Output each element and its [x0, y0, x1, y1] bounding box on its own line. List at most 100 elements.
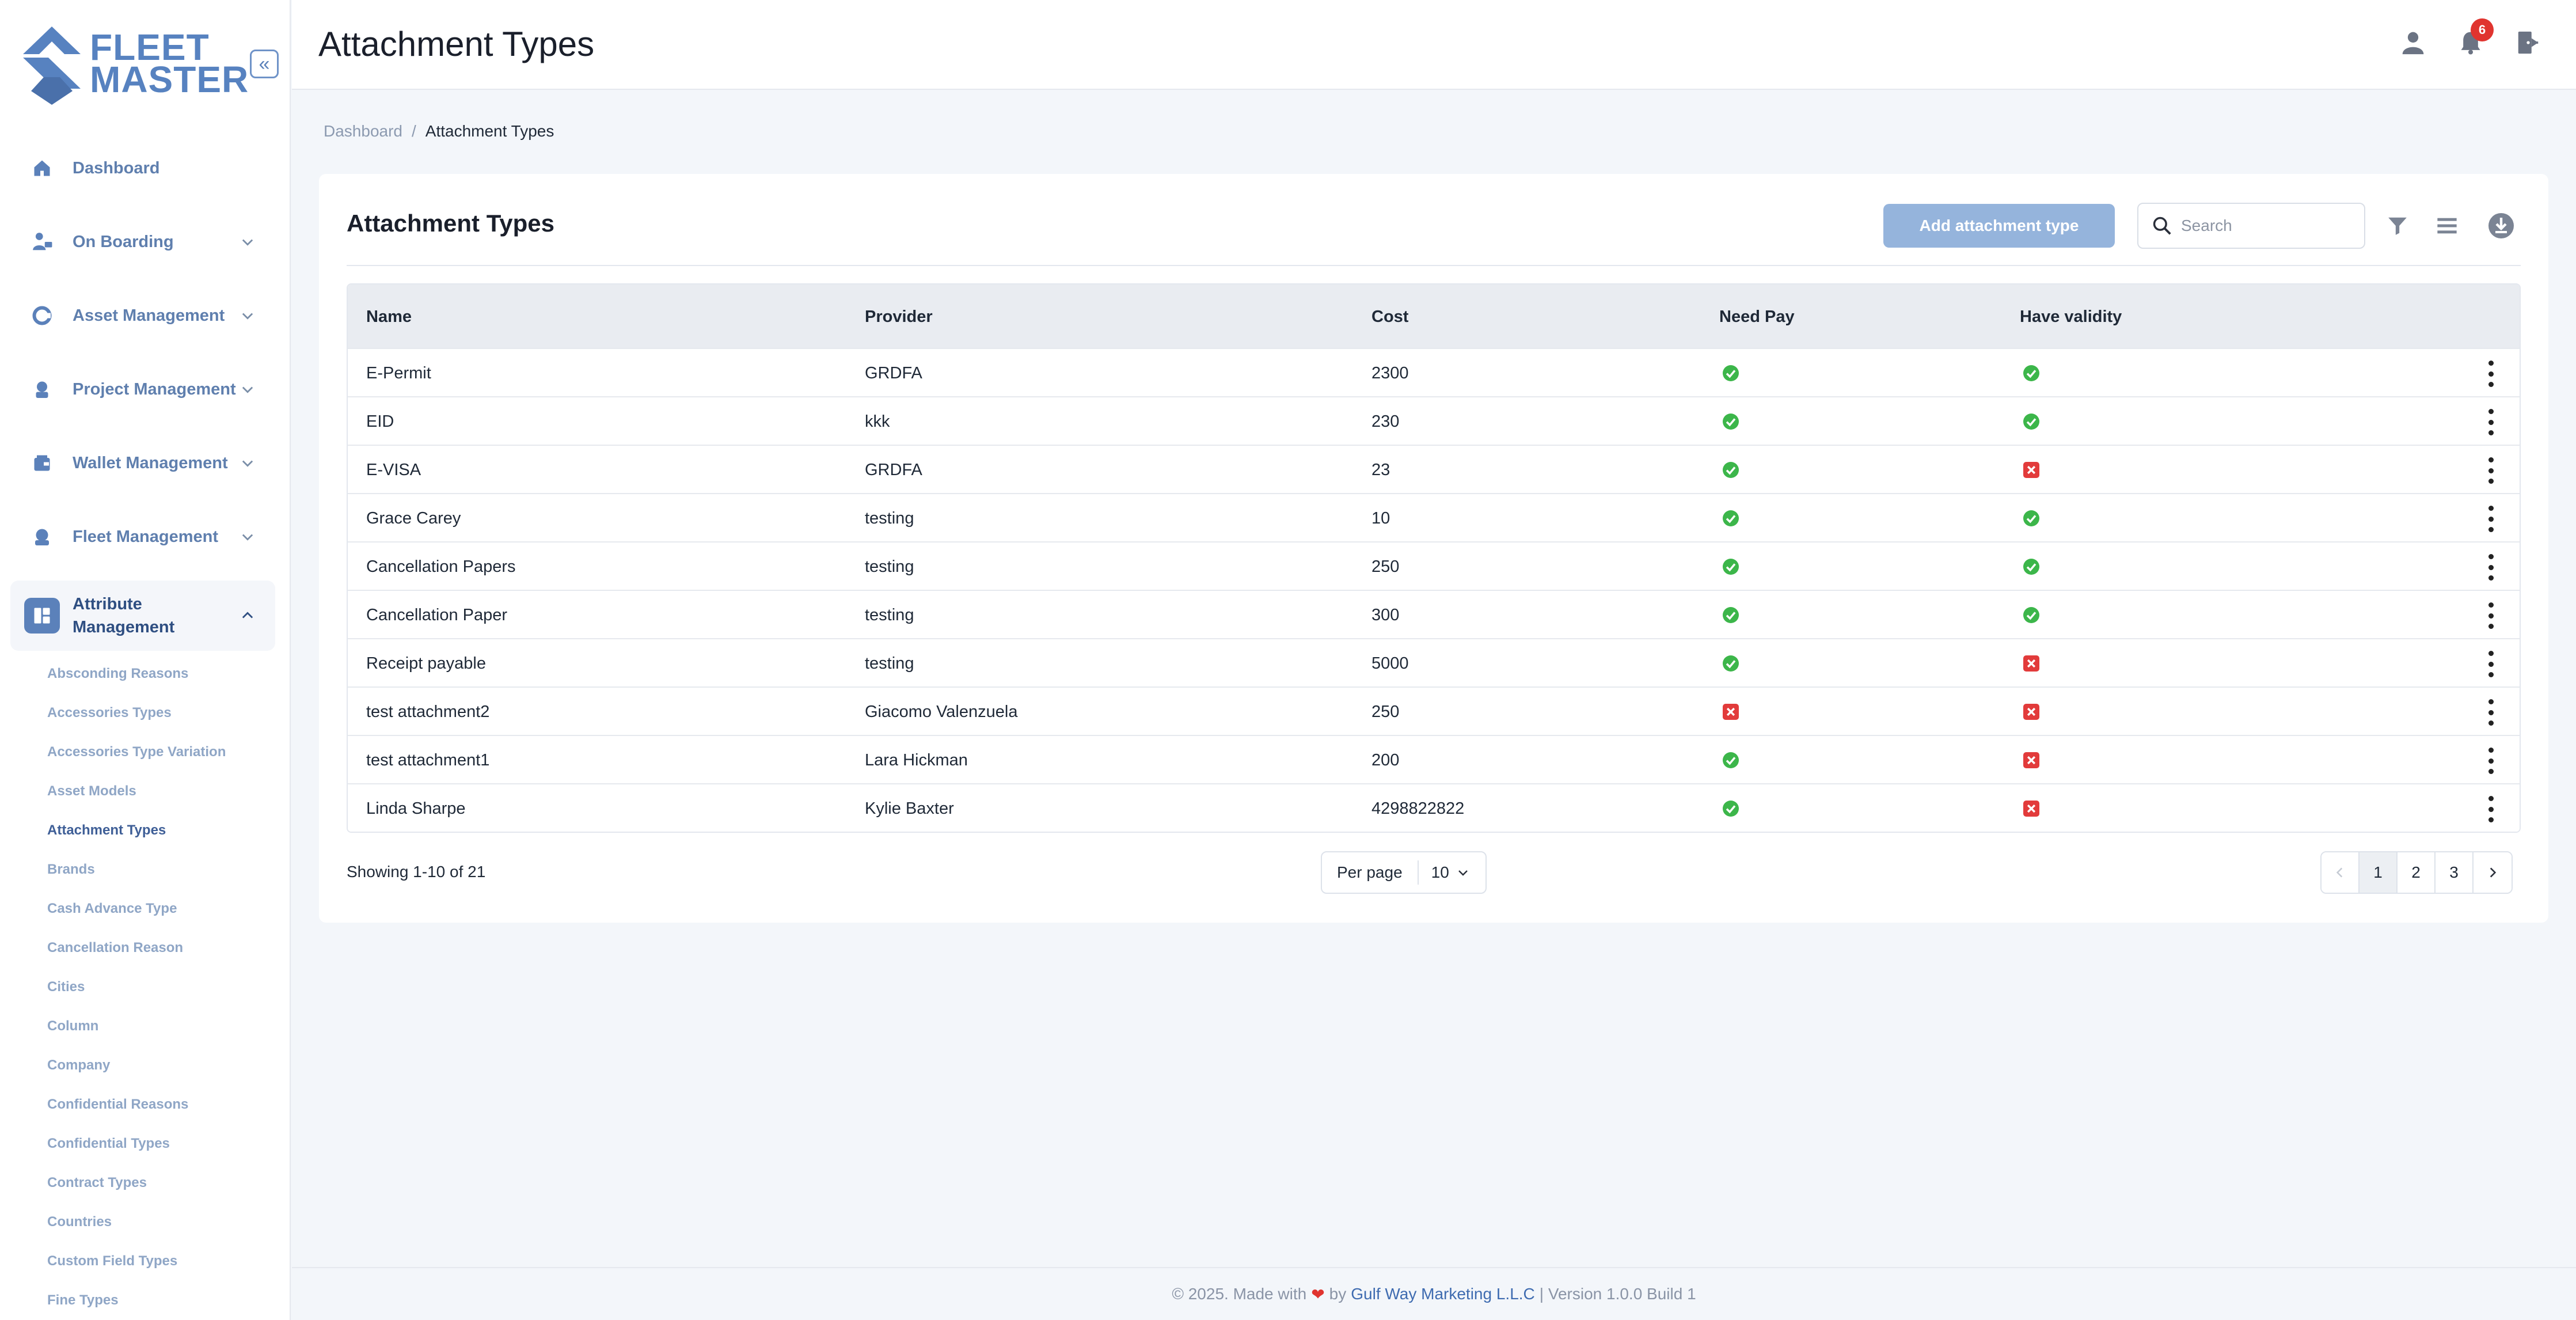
sidebar-item-label: Wallet Management [73, 454, 228, 472]
sidebar-subitem-attachment-types[interactable]: Attachment Types [47, 822, 166, 839]
next-page-button[interactable] [2474, 852, 2512, 893]
table-row[interactable]: Cancellation Paper testing 300 [348, 590, 2520, 638]
cell-name: EID [366, 412, 394, 431]
table-row[interactable]: Linda Sharpe Kylie Baxter 4298822822 [348, 783, 2520, 832]
check-circle-icon [1723, 462, 1739, 478]
row-actions-kebab-icon[interactable] [2485, 361, 2497, 387]
top-bar: Attachment Types 6 [292, 0, 2576, 90]
sidebar-item-label: Asset Management [73, 306, 225, 325]
table-row[interactable]: E-VISA GRDFA 23 [348, 445, 2520, 493]
sidebar-item-label: Attribute Management [73, 595, 175, 636]
sidebar-subitem-fine-types[interactable]: Fine Types [47, 1292, 119, 1308]
column-header-provider[interactable]: Provider [865, 308, 933, 327]
user-icon[interactable] [2397, 26, 2429, 59]
page-button-2[interactable]: 2 [2398, 852, 2436, 893]
logout-icon[interactable] [2512, 26, 2544, 59]
sidebar-item-dashboard[interactable]: Dashboard [10, 133, 275, 203]
prev-page-button[interactable] [2322, 852, 2360, 893]
row-actions-kebab-icon[interactable] [2485, 409, 2497, 435]
row-actions-kebab-icon[interactable] [2485, 651, 2497, 677]
column-header-need-pay[interactable]: Need Pay [1719, 308, 1795, 327]
page-footer: © 2025. Made with ❤ by Gulf Way Marketin… [292, 1267, 2576, 1320]
table-row[interactable]: E-Permit GRDFA 2300 [348, 348, 2520, 396]
sidebar-subitem-confidential-types[interactable]: Confidential Types [47, 1136, 170, 1152]
column-header-cost[interactable]: Cost [1371, 308, 1408, 327]
sidebar-subitem-company[interactable]: Company [47, 1057, 110, 1074]
table-row[interactable]: EID kkk 230 [348, 396, 2520, 445]
x-square-icon [2023, 655, 2039, 672]
bell-icon[interactable]: 6 [2455, 18, 2494, 59]
sidebar-subitem-asset-models[interactable]: Asset Models [47, 783, 136, 799]
row-actions-kebab-icon[interactable] [2485, 506, 2497, 532]
cell-cost: 250 [1371, 557, 1400, 576]
sidebar-subitem-countries[interactable]: Countries [47, 1214, 112, 1230]
brand-name: FLEET MASTER [90, 29, 249, 98]
footer-company-link[interactable]: Gulf Way Marketing L.L.C [1351, 1285, 1535, 1303]
sidebar-item-asset-management[interactable]: Asset Management [10, 280, 275, 351]
chevron-down-icon [242, 534, 253, 541]
sidebar-item-attribute-management[interactable]: Attribute Management [10, 581, 275, 651]
table-row[interactable]: Receipt payable testing 5000 [348, 638, 2520, 686]
sidebar-subitem-accessories-type-variation[interactable]: Accessories Type Variation [47, 744, 226, 760]
download-icon[interactable] [2485, 210, 2517, 242]
sidebar-subitem-confidential-reasons[interactable]: Confidential Reasons [47, 1097, 188, 1113]
sidebar-subitem-column[interactable]: Column [47, 1018, 98, 1034]
row-actions-kebab-icon[interactable] [2485, 699, 2497, 726]
sidebar-item-fleet-management[interactable]: Fleet Management [10, 502, 275, 572]
sidebar-subitem-cash-advance-type[interactable]: Cash Advance Type [47, 901, 177, 917]
sidebar-subitem-contract-types[interactable]: Contract Types [47, 1175, 147, 1191]
cell-provider: GRDFA [865, 364, 922, 382]
table-row[interactable]: test attachment1 Lara Hickman 200 [348, 735, 2520, 783]
search-input[interactable] [2181, 217, 2354, 235]
row-actions-kebab-icon[interactable] [2485, 796, 2497, 822]
sidebar-subitem-accessories-types[interactable]: Accessories Types [47, 705, 172, 721]
table-row[interactable]: test attachment2 Giacomo Valenzuela 250 [348, 686, 2520, 735]
cell-cost: 23 [1371, 461, 1390, 479]
columns-menu-icon[interactable] [2431, 210, 2463, 242]
sidebar-item-wallet-management[interactable]: Wallet Management [10, 428, 275, 498]
showing-count: Showing 1-10 of 21 [347, 863, 486, 881]
chevron-right-icon [2490, 867, 2497, 878]
sidebar-item-project-management[interactable]: Project Management [10, 354, 275, 424]
collapse-sidebar-button[interactable]: « [250, 50, 279, 78]
search-box[interactable] [2137, 203, 2365, 249]
brand-logo[interactable]: FLEET MASTER [23, 23, 248, 109]
sidebar-subitem-brands[interactable]: Brands [47, 862, 95, 878]
page-title: Attachment Types [318, 25, 595, 63]
table-row[interactable]: Grace Carey testing 10 [348, 493, 2520, 541]
breadcrumb-current: Attachment Types [425, 122, 554, 140]
table-row[interactable]: Cancellation Papers testing 250 [348, 541, 2520, 590]
table-body: E-Permit GRDFA 2300 EID kkk 230 E-VISA GRDFA 23 G… [348, 348, 2520, 832]
sidebar-subitem-custom-field-types[interactable]: Custom Field Types [47, 1253, 177, 1269]
check-circle-icon [1723, 414, 1739, 430]
check-circle-icon [2023, 365, 2039, 381]
sidebar-subitem-cities[interactable]: Cities [47, 979, 85, 995]
row-actions-kebab-icon[interactable] [2485, 554, 2497, 581]
check-circle-icon [1723, 607, 1739, 623]
row-actions-kebab-icon[interactable] [2485, 457, 2497, 484]
column-header-name[interactable]: Name [366, 308, 412, 327]
breadcrumb-home-link[interactable]: Dashboard [324, 122, 402, 140]
page-button-1[interactable]: 1 [2360, 852, 2398, 893]
sidebar: FLEET MASTER « Dashboard On Boarding Ass… [0, 0, 291, 1320]
check-circle-icon [2023, 559, 2039, 575]
column-header-have-validity[interactable]: Have validity [2020, 308, 2122, 327]
sidebar-subitem-absconding-reasons[interactable]: Absconding Reasons [47, 666, 188, 682]
add-attachment-type-button[interactable]: Add attachment type [1883, 204, 2115, 248]
home-icon [24, 150, 60, 186]
breadcrumb-separator: / [411, 122, 416, 140]
filter-icon[interactable] [2381, 210, 2414, 242]
cell-cost: 300 [1371, 606, 1400, 624]
cell-cost: 5000 [1371, 654, 1409, 673]
sidebar-item-label: Fleet Management [73, 528, 218, 546]
per-page-select[interactable]: Per page 10 [1321, 851, 1487, 894]
sidebar-subitem-cancellation-reason[interactable]: Cancellation Reason [47, 940, 183, 956]
sidebar-item-on-boarding[interactable]: On Boarding [10, 207, 275, 277]
per-page-label: Per page [1322, 860, 1419, 885]
row-actions-kebab-icon[interactable] [2485, 602, 2497, 629]
row-actions-kebab-icon[interactable] [2485, 748, 2497, 774]
x-square-icon [2023, 462, 2039, 478]
chevron-down-icon [242, 386, 253, 393]
table-header: Name Provider Cost Need Pay Have validit… [348, 285, 2520, 348]
page-button-3[interactable]: 3 [2436, 852, 2474, 893]
